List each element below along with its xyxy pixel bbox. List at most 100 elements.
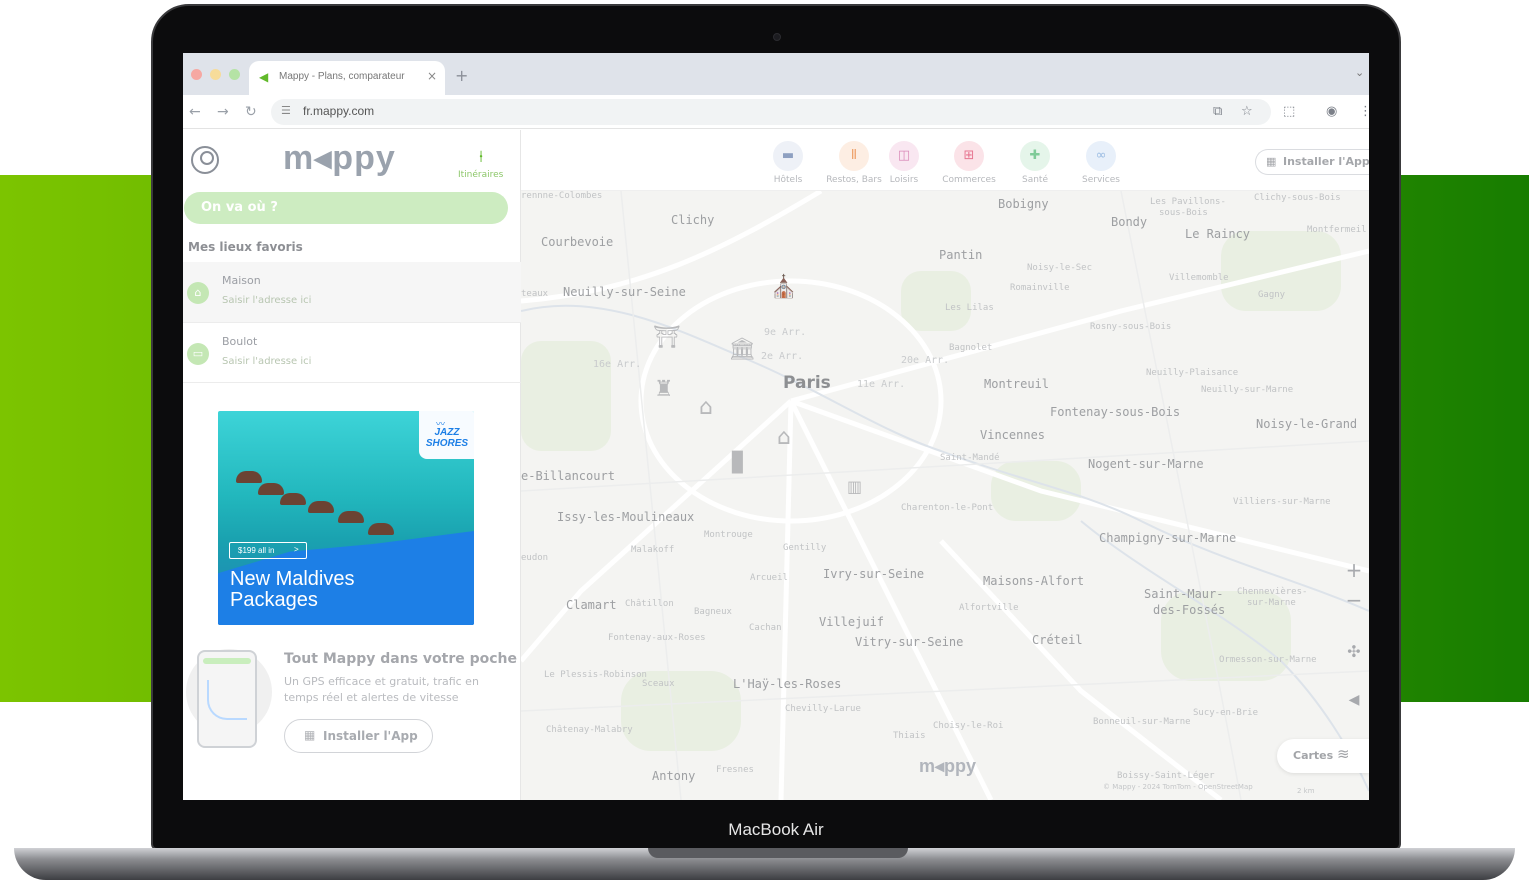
sacre-coeur-icon[interactable]: ⛪ [770,275,797,300]
tab-search-icon[interactable]: ⌄ [1355,66,1364,79]
map-label: Bagneux [694,607,732,617]
map-label: Les Pavillons- [1150,197,1226,207]
camera-icon [773,33,781,41]
map-label: Champigny-sur-Marne [1099,531,1237,545]
close-window-icon[interactable] [191,69,202,80]
menu-dots-icon[interactable]: ⋮ [1359,104,1369,119]
home-icon: ⌂ [187,282,209,304]
cross-icon: ✚ [1020,141,1050,171]
extensions-icon[interactable]: ⬚ [1283,104,1295,119]
map-label: Bondy [1111,215,1148,229]
map-label: Le Raincy [1185,227,1251,241]
site-info-icon[interactable]: ☰ [281,104,291,117]
category-bar: ▬ Hôtels Ⅱ Restos, Bars ◫ Loisirs ⊞ Comm… [521,130,1369,191]
ad-cta-button[interactable]: $199 all in > [229,542,307,559]
ad-brand: JAZZ SHORES [423,427,471,449]
briefcase-icon: ▭ [187,343,209,365]
map-label: Cachan [749,623,782,633]
layers-icon: ≋ [1337,745,1350,763]
new-tab-button[interactable]: + [455,66,468,85]
map-label: Villiers-sur-Marne [1233,497,1331,507]
tab-close-icon[interactable]: × [427,69,437,83]
favorite-name: Boulot [222,335,258,348]
mappy-logo[interactable]: m◂ppy [283,138,396,178]
url-field[interactable]: ☰ fr.mappy.com [271,99,1271,125]
pantheon-icon[interactable]: ⌂ [777,425,791,450]
url-text: fr.mappy.com [303,104,375,118]
map-label: des-Fossés [1153,603,1226,617]
map-label: Noisy-le-Grand [1256,417,1358,431]
museum-icon[interactable]: 🏛 [728,337,756,362]
map-copyright[interactable]: © Mappy - 2024 TomTom - OpenStreetMap [1103,783,1253,791]
favorite-hint: Saisir l'adresse ici [222,356,312,367]
category-services[interactable]: ∞ Services [1056,141,1146,185]
ad-headline: New Maldives Packages [230,569,430,611]
profile-icon[interactable]: ◉ [1326,104,1337,119]
zoom-out-button[interactable]: − [1339,585,1369,615]
map-label: Charenton-le-Pont [901,503,994,513]
back-icon[interactable]: ← [189,104,201,120]
user-avatar-icon[interactable] [191,146,219,174]
map-layers-button[interactable]: Cartes ≋ [1277,739,1369,773]
bnf-icon[interactable]: ▥ [847,477,862,496]
browser-tab[interactable]: ◀ Mappy - Plans, comparateur × [249,61,445,95]
map-label: Chevilly-Larue [785,704,861,714]
overwater-villa-image [236,471,262,483]
map-label: Neuilly-Plaisance [1146,368,1239,378]
map-label: Bobigny [998,197,1049,211]
zoom-in-button[interactable]: + [1339,555,1369,585]
search-input[interactable]: On va où ? [184,192,508,224]
invalides-icon[interactable]: ⌂ [699,395,713,420]
screen: ◀ Mappy - Plans, comparateur × + ⌄ ← → ↻… [183,53,1369,800]
app-promo-description: Un GPS efficace et gratuit, trafic en te… [284,675,479,704]
tour-montparnasse-icon[interactable]: ▮ [729,443,746,478]
favorite-item-maison[interactable]: ⌂ Maison Saisir l'adresse ici [183,262,521,322]
install-pwa-icon[interactable]: ⧉ [1213,104,1222,119]
map-label: Clichy-sous-Bois [1254,193,1341,203]
map-label: Vincennes [980,428,1046,442]
map-label: Romainville [1010,283,1070,293]
window-controls [191,69,240,80]
favorite-item-boulot[interactable]: ▭ Boulot Saisir l'adresse ici [183,323,521,383]
install-app-top-button[interactable]: ▦ Installer l'App [1255,149,1369,175]
tab-bar: ◀ Mappy - Plans, comparateur × + ⌄ [183,53,1369,95]
street-view-icon[interactable]: ✣ [1339,637,1369,667]
map-label: Créteil [1032,633,1083,647]
map-label: Noisy-le-Sec [1027,263,1093,273]
map-label: Neuilly-sur-Seine [563,285,686,299]
maximize-window-icon[interactable] [229,69,240,80]
itineraires-link[interactable]: Itinéraires [458,170,503,180]
map-label: Clamart [566,598,617,612]
map-label: 20e Arr. [901,355,950,366]
reload-icon[interactable]: ↻ [245,104,257,120]
map-city-label: Paris [783,373,831,393]
map-label: Villejuif [819,615,885,629]
bookmark-star-icon[interactable]: ☆ [1241,104,1253,119]
map-label: 2e Arr. [761,351,804,362]
install-app-button[interactable]: ▦ Installer l'App [284,719,433,753]
map-label: Issy-les-Moulineaux [557,510,695,524]
map-label: Les Lilas [945,303,994,313]
ad-brand-line2: SHORES [425,438,469,449]
advertisement-banner[interactable]: 〰 JAZZ SHORES $199 all in > New Maldives… [218,411,474,625]
jazz-shores-logo: 〰 JAZZ SHORES [419,411,474,459]
minimize-window-icon[interactable] [210,69,221,80]
map-label: Pantin [939,248,983,262]
install-app-top-label: Installer l'App [1283,155,1369,168]
map-label: Fontenay-sous-Bois [1050,405,1181,419]
arc-de-triomphe-icon[interactable]: ⛩ [653,325,681,350]
laptop-notch [648,848,908,858]
locate-me-icon[interactable]: ◀ [1339,685,1369,715]
map-layers-label: Cartes [1293,749,1334,762]
app-promo-title: Tout Mappy dans votre poche [284,651,518,667]
map-label: Chennevières- [1237,587,1308,597]
favorite-hint: Saisir l'adresse ici [222,295,312,306]
map-logo: m◂ppy [919,756,977,776]
eiffel-tower-icon[interactable]: ♜ [654,377,674,402]
signpost-icon[interactable]: ⍿ [472,147,490,166]
overwater-villa-image [338,511,364,523]
sidebar: m◂ppy ⍿ Itinéraires On va où ? Mes lieux… [183,130,521,800]
map-view[interactable]: rennne-Colombes Clichy Bobigny Bondy Les… [521,191,1369,800]
ad-headline-line2: Packages [230,589,318,611]
forward-icon[interactable]: → [217,104,229,120]
